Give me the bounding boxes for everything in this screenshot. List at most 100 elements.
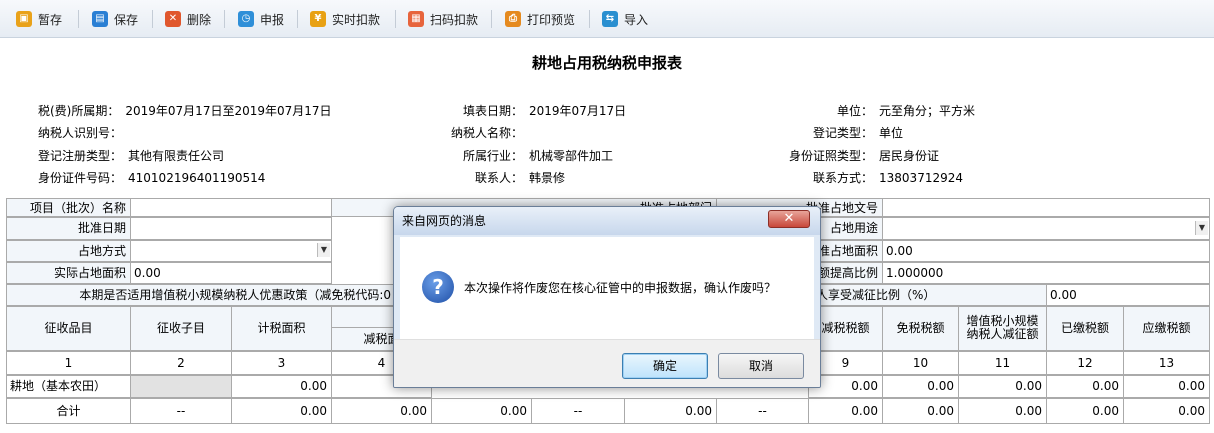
save-label: 保存 [114, 12, 139, 27]
dialog-footer: 确定 取消 [394, 339, 820, 387]
id-no-row: 身份证件号码： 410102196401190514 [38, 169, 265, 186]
toolbar-divider [152, 10, 153, 28]
approve-area-input[interactable]: 0.00 [882, 240, 1210, 262]
table-row-vat-reduce: 0.00 [958, 375, 1047, 398]
total-subitem: -- [130, 398, 232, 424]
realtime-deduct-button[interactable]: ¥ 实时扣款 [310, 9, 380, 29]
col-number: 1 [6, 351, 131, 375]
total-reduce-tax: 0.00 [808, 398, 883, 424]
chevron-down-icon[interactable]: ▼ [317, 243, 330, 257]
delete-button[interactable]: ✕ 删除 [165, 9, 211, 29]
col-header-item: 征收品目 [6, 306, 131, 351]
toolbar-divider [395, 10, 396, 28]
reg-type-value: 单位 [879, 126, 904, 140]
approve-date-label: 批准日期 [6, 217, 131, 240]
reg-type-label: 登记类型： [813, 126, 874, 140]
print-preview-icon: ⎙ [505, 11, 521, 27]
col-header-tax-area: 计税面积 [231, 306, 332, 351]
taxpayer-name-row: 纳税人名称： [451, 124, 529, 141]
total-exempt-tax: 0.00 [882, 398, 959, 424]
unit-value: 元至角分；平方米 [879, 104, 976, 118]
dialog-message: 本次操作将作废您在核心征管中的申报数据，确认作废吗？ [464, 281, 777, 295]
rate-increase-input[interactable]: 1.000000 [882, 262, 1210, 284]
unit-row: 单位： 元至角分；平方米 [837, 102, 975, 119]
reg-reg-type-label: 登记注册类型： [38, 149, 123, 163]
delete-label: 删除 [187, 12, 212, 27]
taxpayer-name-label: 纳税人名称： [451, 126, 524, 140]
scan-code-label: 扫码扣款 [430, 12, 479, 27]
total-col7: 0.00 [624, 398, 717, 424]
occupy-method-label: 占地方式 [6, 240, 131, 262]
chevron-down-icon[interactable]: ▼ [1195, 221, 1208, 235]
actual-area-input[interactable]: 0.00 [130, 262, 332, 284]
fill-date-value: 2019年07月17日 [529, 104, 627, 118]
approve-doc-input[interactable] [882, 198, 1210, 217]
total-vat-reduce: 0.00 [958, 398, 1047, 424]
table-row-exempt-tax: 0.00 [882, 375, 959, 398]
policy-label: 本期是否适用增值税小规模纳税人优惠政策（减免税代码:0 [6, 284, 396, 306]
table-row-payable-tax: 0.00 [1123, 375, 1210, 398]
total-paid-tax: 0.00 [1046, 398, 1124, 424]
total-col6: -- [531, 398, 625, 424]
total-reduce-area: 0.00 [331, 398, 432, 424]
scan-code-button[interactable]: ▦ 扫码扣款 [408, 9, 478, 29]
table-row-tax-area[interactable]: 0.00 [231, 375, 332, 398]
realtime-deduct-label: 实时扣款 [332, 12, 381, 27]
occupy-method-select[interactable]: ▼ [130, 240, 332, 262]
phone-row: 联系方式： 13803712924 [813, 169, 963, 186]
table-row-subitem [130, 375, 232, 398]
id-type-row: 身份证照类型： 居民身份证 [789, 147, 939, 164]
actual-area-label: 实际占地面积 [6, 262, 131, 284]
cancel-button[interactable]: 取消 [718, 353, 804, 379]
period-label: 税(费)所属期： [38, 104, 120, 118]
reg-reg-type-value: 其他有限责任公司 [128, 149, 225, 163]
col-number: 11 [958, 351, 1047, 375]
land-use-select[interactable]: ▼ [882, 217, 1210, 240]
toolbar-divider [78, 10, 79, 28]
dialog-title: 来自网页的消息 [394, 207, 820, 235]
import-button[interactable]: ⇆ 导入 [602, 9, 648, 29]
reg-type-row: 登记类型： 单位 [813, 124, 903, 141]
declare-button[interactable]: ◷ 申报 [238, 9, 284, 29]
col-number: 10 [882, 351, 959, 375]
industry-label: 所属行业： [463, 149, 524, 163]
total-col8: -- [716, 398, 809, 424]
col-header-subitem: 征收子目 [130, 306, 232, 351]
ok-button[interactable]: 确定 [622, 353, 708, 379]
reduce-ratio-input[interactable]: 0.00 [1046, 284, 1210, 306]
save-draft-label: 暂存 [38, 12, 63, 27]
toolbar-divider [224, 10, 225, 28]
project-name-input[interactable] [130, 198, 332, 217]
toolbar-divider [297, 10, 298, 28]
toolbar: ▣ 暂存 ▤ 保存 ✕ 删除 ◷ 申报 ¥ 实时扣款 ▦ 扫码扣款 ⎙ 打印预览… [0, 0, 1214, 38]
col-header-vat-reduce: 增值税小规模纳税人减征额 [958, 306, 1047, 351]
id-type-value: 居民身份证 [879, 149, 940, 163]
fill-date-label: 填表日期： [463, 104, 524, 118]
industry-row: 所属行业： 机械零部件加工 [463, 147, 613, 164]
id-type-label: 身份证照类型： [789, 149, 874, 163]
taxpayer-id-row: 纳税人识别号： [38, 124, 128, 141]
col-number: 3 [231, 351, 332, 375]
col-header-exempt-tax: 免税税额 [882, 306, 959, 351]
scan-code-icon: ▦ [408, 11, 424, 27]
delete-icon: ✕ [165, 11, 181, 27]
total-payable-tax: 0.00 [1123, 398, 1210, 424]
print-preview-button[interactable]: ⎙ 打印预览 [505, 9, 575, 29]
save-icon: ▤ [92, 11, 108, 27]
industry-value: 机械零部件加工 [529, 149, 614, 163]
print-preview-label: 打印预览 [527, 12, 576, 27]
save-draft-button[interactable]: ▣ 暂存 [16, 9, 62, 29]
close-icon[interactable]: ✕ [768, 210, 810, 228]
toolbar-divider [491, 10, 492, 28]
id-no-value: 410102196401190514 [128, 171, 266, 185]
id-no-label: 身份证件号码： [38, 171, 123, 185]
taxpayer-id-label: 纳税人识别号： [38, 126, 123, 140]
total-tax-area: 0.00 [231, 398, 332, 424]
save-button[interactable]: ▤ 保存 [92, 9, 138, 29]
col-number: 13 [1123, 351, 1210, 375]
col-number: 12 [1046, 351, 1124, 375]
approve-date-input[interactable] [130, 217, 332, 240]
period-value: 2019年07月17日至2019年07月17日 [125, 104, 332, 118]
col-number: 2 [130, 351, 232, 375]
phone-label: 联系方式： [813, 171, 874, 185]
